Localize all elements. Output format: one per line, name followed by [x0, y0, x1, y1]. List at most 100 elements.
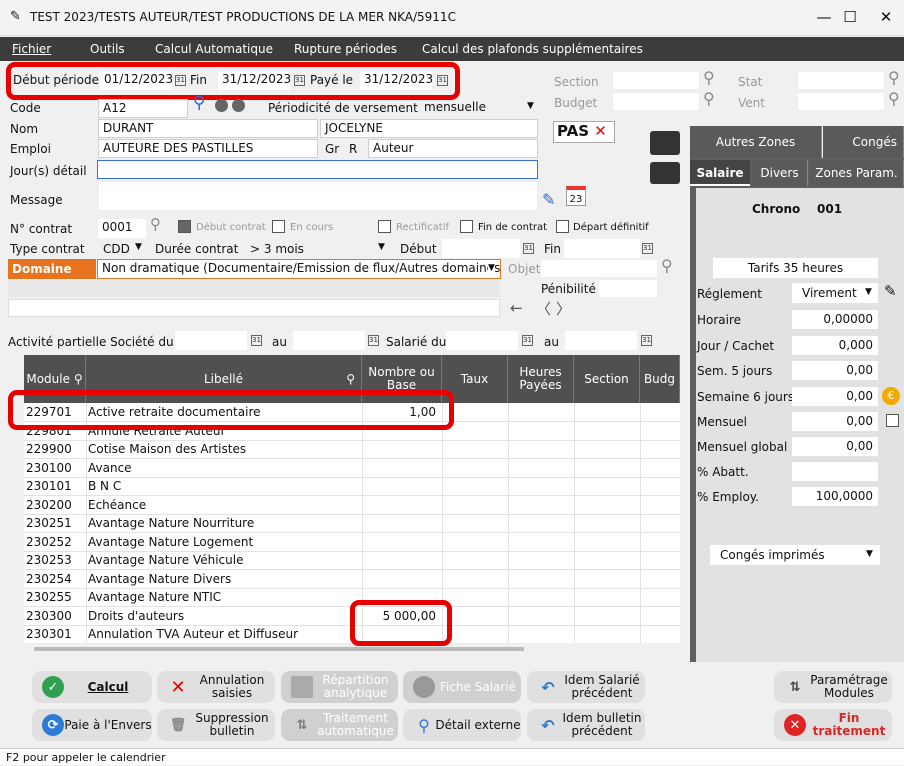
nom-input[interactable]: DURANT [98, 119, 318, 138]
activite-du-input[interactable] [175, 331, 247, 350]
repartition-button[interactable]: Répartition analytique [281, 671, 398, 703]
detail-externe-button[interactable]: ⚲ Détail externe [403, 709, 521, 741]
calendar-icon[interactable]: 31 [368, 335, 379, 346]
objet-input[interactable] [540, 259, 658, 278]
table-row[interactable]: 230101 B N C [24, 477, 680, 496]
fin-traitement-button[interactable]: ✕ Fin traitement [774, 709, 892, 741]
menu-plafonds[interactable]: Calcul des plafonds supplémentaires [422, 42, 643, 56]
wand-icon[interactable]: ✎ [884, 282, 897, 300]
type-contrat-select[interactable]: CDD [103, 242, 130, 256]
conges-imprimes-select[interactable]: Congés imprimés [710, 545, 880, 565]
activite-au-input[interactable] [293, 331, 365, 350]
idem-bulletin-button[interactable]: ↶ Idem bulletin précédent [527, 709, 645, 741]
search-icon[interactable]: ⚲ [193, 93, 205, 113]
minimize-button[interactable]: — [810, 6, 838, 28]
code-input[interactable]: A12 [98, 99, 188, 118]
suppression-button[interactable]: 🗑 Suppression bulletin [157, 709, 275, 741]
jour-cachet-input[interactable]: 0,000 [792, 336, 878, 355]
gr-desc-input[interactable]: Auteur [368, 139, 538, 158]
debut-contrat-checkbox[interactable] [178, 220, 191, 233]
col-section[interactable]: Section [574, 355, 640, 403]
mensuel-input[interactable]: 0,00 [792, 412, 878, 431]
jours-detail-input[interactable] [97, 160, 538, 179]
users-icon[interactable] [650, 162, 680, 184]
search-icon[interactable]: ⚲ [888, 68, 900, 87]
search-icon[interactable]: ⚲ [888, 89, 900, 108]
tab-autres-zones[interactable]: Autres Zones [690, 126, 822, 158]
dropdown-icon[interactable]: ▼ [378, 242, 385, 252]
menu-rupture[interactable]: Rupture périodes [294, 42, 397, 56]
depart-checkbox[interactable] [556, 220, 569, 233]
pencil-icon[interactable]: ✎ [542, 190, 555, 209]
parametrage-button[interactable]: ⇅ Paramétrage Modules [774, 671, 892, 703]
employ-input[interactable]: 100,0000 [792, 487, 878, 506]
table-row[interactable]: 229900 Cotise Maison des Artistes [24, 440, 680, 459]
chevron-left-icon[interactable]: 〈 [536, 298, 551, 319]
numero-contrat-input[interactable]: 0001 [98, 219, 146, 238]
mensuel-checkbox[interactable] [886, 414, 899, 427]
fin-contrat-checkbox[interactable] [460, 220, 473, 233]
dropdown-icon[interactable]: ▼ [135, 242, 142, 252]
horaire-input[interactable]: 0,00000 [792, 310, 878, 329]
dropdown-icon[interactable]: ▼ [527, 101, 534, 111]
table-row[interactable]: 230254 Avantage Nature Divers [24, 570, 680, 589]
euro-icon[interactable]: € [882, 387, 900, 405]
mensuel-global-input[interactable]: 0,00 [792, 437, 878, 456]
nav-input[interactable] [8, 299, 500, 317]
section-input[interactable] [612, 71, 700, 90]
budget-input[interactable] [612, 92, 700, 111]
close-button[interactable]: ✕ [872, 6, 900, 28]
stat-input[interactable] [797, 71, 885, 90]
search-icon[interactable]: ⚲ [661, 256, 673, 275]
tab-zones-param[interactable]: Zones Param. [810, 160, 904, 186]
tarifs-select[interactable]: Tarifs 35 heures [713, 258, 878, 278]
salarie-au-input[interactable] [565, 331, 637, 350]
traitement-auto-button[interactable]: ⇅ Traitement automatique [281, 709, 398, 741]
calendar-icon[interactable]: 31 [522, 335, 533, 346]
dropdown-icon[interactable]: ▼ [865, 287, 872, 297]
menu-outils[interactable]: Outils [90, 42, 125, 56]
pas-badge[interactable]: PAS ✕ [553, 121, 615, 143]
salarie-du-input[interactable] [446, 331, 518, 350]
emploi-input[interactable]: AUTEURE DES PASTILLES [98, 139, 318, 158]
sem6-input[interactable]: 0,00 [792, 387, 878, 406]
domaine-select[interactable]: Non dramatique (Documentaire/Emission de… [97, 259, 501, 279]
search-icon[interactable]: ⚲ [703, 89, 715, 108]
debut-input[interactable] [442, 239, 520, 258]
search-icon[interactable]: ⚲ [150, 215, 161, 233]
menu-calcul-auto[interactable]: Calcul Automatique [155, 42, 273, 56]
vent-input[interactable] [797, 92, 885, 111]
menu-fichier[interactable]: Fichier [12, 42, 51, 56]
message-input[interactable] [98, 181, 538, 211]
table-row[interactable]: 230253 Avantage Nature Véhicule [24, 551, 680, 570]
maximize-button[interactable]: ☐ [836, 6, 864, 28]
periodicite-select[interactable]: mensuelle [420, 99, 538, 118]
col-heures[interactable]: Heures Payées [508, 355, 574, 403]
abatt-input[interactable] [792, 462, 878, 481]
table-row[interactable]: 230100 Avance [24, 459, 680, 478]
chevron-right-icon[interactable]: 〉 [556, 298, 571, 319]
fin-input[interactable] [564, 239, 640, 258]
calendar-badge[interactable]: 23 [566, 186, 586, 206]
calendar-icon[interactable]: 31 [251, 335, 262, 346]
users-icon[interactable] [650, 131, 680, 155]
calendar-icon[interactable]: 31 [523, 243, 534, 254]
annulation-button[interactable]: ✕ Annulation saisies [157, 671, 275, 703]
search-icon[interactable]: ⚲ [703, 68, 715, 87]
table-row[interactable]: 230251 Avantage Nature Nourriture [24, 514, 680, 533]
next-icon[interactable] [232, 99, 245, 112]
penibilite-input[interactable] [598, 279, 658, 298]
dropdown-icon[interactable]: ▼ [488, 263, 495, 273]
duree-contrat-select[interactable]: > 3 mois [250, 242, 304, 256]
sem5-input[interactable]: 0,00 [792, 361, 878, 380]
prev-icon[interactable] [215, 99, 228, 112]
prenom-input[interactable]: JOCELYNE [320, 119, 538, 138]
fiche-salarie-button[interactable]: Fiche Salarié [403, 671, 521, 703]
en-cours-checkbox[interactable] [272, 220, 285, 233]
dropdown-icon[interactable]: ▼ [866, 549, 873, 559]
calendar-icon[interactable]: 31 [641, 335, 652, 346]
col-budget[interactable]: Budg [640, 355, 680, 403]
calcul-button[interactable]: ✓ Calcul [32, 671, 152, 703]
back-arrow-icon[interactable]: ← [510, 299, 523, 317]
table-row[interactable]: 230252 Avantage Nature Logement [24, 533, 680, 552]
